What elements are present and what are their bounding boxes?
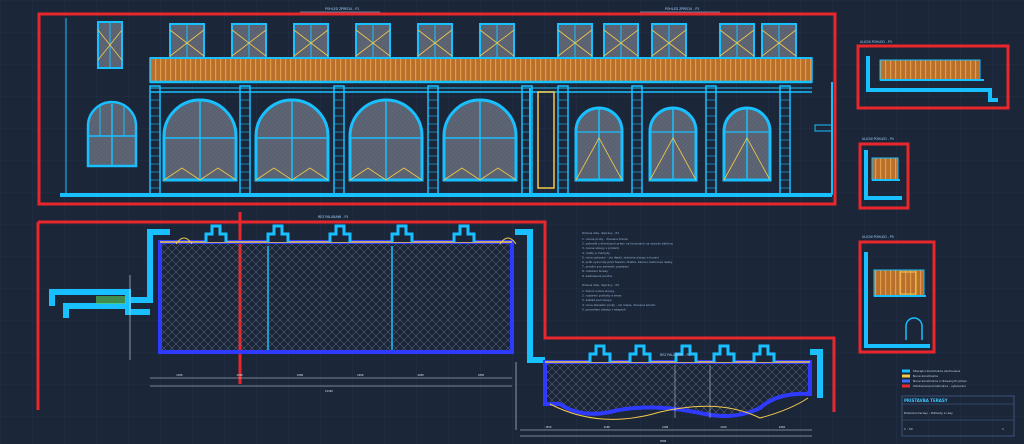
note-line: 1. nosne prvky - drevene trame bbox=[582, 237, 628, 241]
notes-block2-heading: Zmena stav. dopravy - P2 bbox=[582, 283, 619, 287]
dimension-label: 2100 bbox=[720, 425, 727, 429]
dimension-label: 2260 bbox=[357, 373, 364, 377]
side-arched-window bbox=[86, 100, 138, 168]
legend-label: Nove konstrukce z drevenych prken bbox=[913, 379, 967, 383]
title-block-drawing: Rozsireni terasy - Pohledy a rezy bbox=[904, 411, 953, 415]
dimension-total-label: 12190 bbox=[325, 389, 333, 393]
upper-left-window bbox=[97, 21, 123, 69]
plan-right-title: REZ PALUBAMI - P2 bbox=[660, 353, 690, 357]
legend-swatch bbox=[902, 374, 910, 378]
dimension-label: 1850 bbox=[478, 373, 485, 377]
section-c-title: ULICNI POHLED - P5 bbox=[862, 235, 894, 239]
dimension-label: 2100 bbox=[662, 425, 669, 429]
cad-canvas: POHLED ZPREDU - P1 POHLED ZPREDU - P2 13… bbox=[0, 0, 1024, 444]
note-line: 3. nosne sloupy v prizemi bbox=[582, 246, 619, 250]
balcony-railing bbox=[149, 57, 813, 83]
notes-block1-heading: Zmena stav. dopravy - P1 bbox=[582, 231, 619, 235]
note-line: 2. rozsireni podlahy a teras bbox=[582, 294, 622, 298]
dimension-label: 2260 bbox=[297, 373, 304, 377]
title-block-project: PRISTAVBA TERASY bbox=[904, 398, 948, 403]
note-line: 1. hlavni nosne sloupy bbox=[582, 289, 615, 293]
note-line: 6. prah vysunuty pred fasadu, dlazba, ka… bbox=[582, 260, 673, 264]
dimension-label: 1550 bbox=[545, 425, 552, 429]
facade-left-title: POHLED ZPREDU - P1 bbox=[325, 7, 359, 11]
legend-label: Nove konstrukce bbox=[913, 374, 938, 378]
legend-label: Stavajici konstrukce zachovane bbox=[913, 369, 960, 373]
note-line: 7. prostor pro zahradni posezeni bbox=[582, 265, 629, 269]
title-block-scale: 1 : 50 bbox=[904, 427, 913, 431]
note-line: 3. zaklad pod sloupy bbox=[582, 298, 612, 302]
note-line: 4. nove stavebni prvky - viz rozpis, dre… bbox=[582, 303, 656, 307]
dimension-label: 2100 bbox=[604, 425, 611, 429]
note-line: 8. rozsireni terasy bbox=[582, 269, 608, 273]
note-line: 9. zastresena plocha bbox=[582, 274, 612, 278]
dimension-label: 1650 bbox=[779, 425, 786, 429]
note-line: 4. rolety a markyzy bbox=[582, 251, 610, 255]
dimension-total-label: 9500 bbox=[660, 439, 667, 443]
legend-swatch bbox=[902, 384, 910, 388]
legend-swatch bbox=[902, 379, 910, 383]
dimension-label: 2260 bbox=[418, 373, 425, 377]
note-line: 2. zabradli z drevenych prken na konzola… bbox=[582, 242, 673, 246]
dimension-label: 2260 bbox=[237, 373, 244, 377]
plan-left-title: REZ PALUBAMI - P1 bbox=[318, 215, 348, 219]
legend-label: Odstranene konstrukce - vybourani bbox=[913, 384, 966, 388]
plan-room-left bbox=[158, 240, 514, 354]
legend-swatch bbox=[902, 369, 910, 373]
note-line: 5. provedeni stavby v etapach bbox=[582, 307, 626, 311]
facade-right-title: POHLED ZPREDU - P2 bbox=[665, 7, 699, 11]
cad-drawing-sheet: POHLED ZPREDU - P1 POHLED ZPREDU - P2 13… bbox=[0, 0, 1024, 444]
note-line: 5. nove oplaceni - viz detail, drevene s… bbox=[582, 255, 659, 259]
dimension-label: 1300 bbox=[176, 373, 183, 377]
title-block-sheet: 1 bbox=[1002, 427, 1004, 431]
section-a-title: ULICNI POHLED - P3 bbox=[860, 40, 892, 44]
section-b-title: ULICNI POHLED - P4 bbox=[862, 137, 894, 141]
